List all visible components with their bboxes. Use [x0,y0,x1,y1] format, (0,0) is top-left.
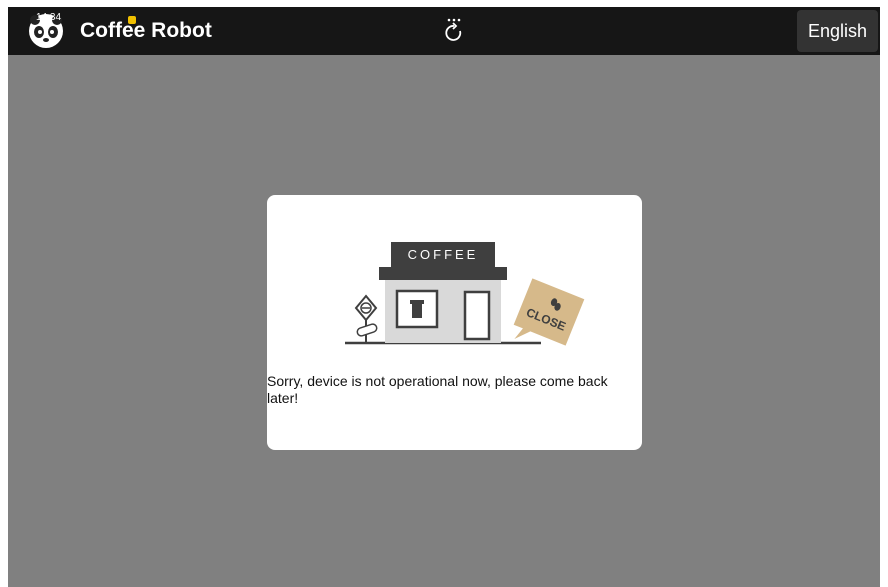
top-bar: 14:34 Coffee Robot 75 English [8,7,880,55]
status-time: 14:34 [36,12,62,23]
language-button-label: English [807,20,868,41]
store-sign-text: COFFEE [408,247,479,262]
app-screen: 14:34 Coffee Robot 75 English COFFEE [8,7,880,587]
refresh-icon[interactable] [442,17,466,45]
app-title: Coffee Robot [80,19,212,42]
closed-coffee-shop-icon: COFFEE CLOSE [345,242,585,346]
status-dialog: COFFEE CLOSE Sorry, device is not operat… [267,195,642,450]
status-message: Sorry, device is not operational now, pl… [267,373,608,406]
language-button[interactable]: English [797,10,878,52]
